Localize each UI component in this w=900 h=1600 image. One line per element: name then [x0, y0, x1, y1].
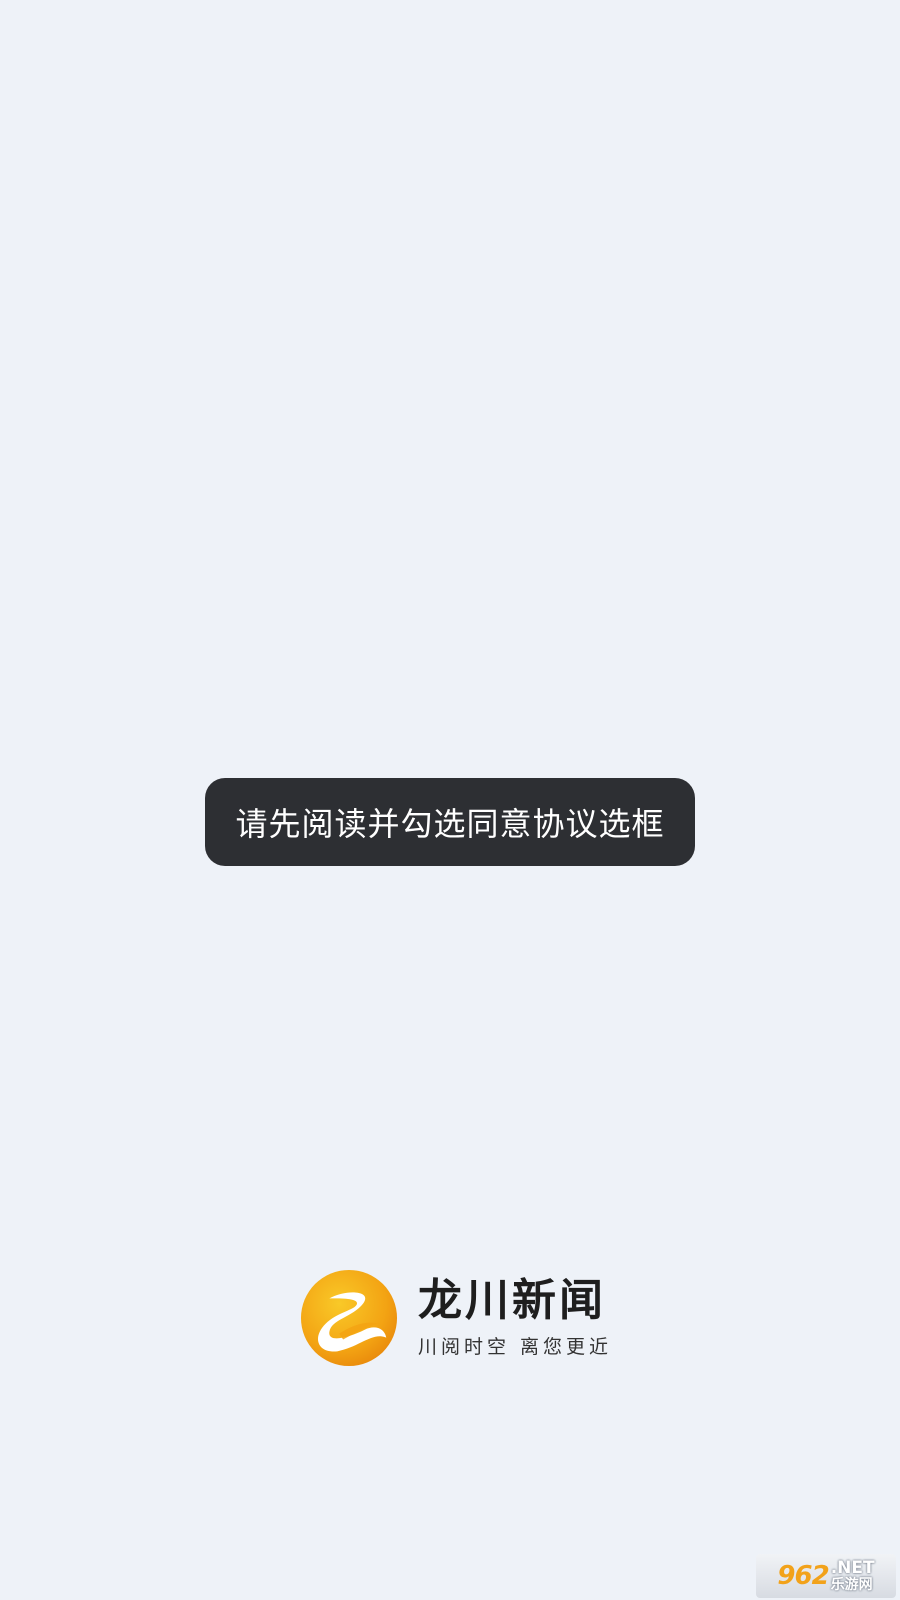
watermark-cn: 乐游网 — [830, 1576, 873, 1593]
watermark-net: .NET — [830, 1557, 875, 1578]
app-slogan: 川阅时空 离您更近 — [418, 1336, 613, 1358]
brand-text: 龙川新闻 川阅时空 离您更近 — [418, 1275, 612, 1361]
site-watermark: 962 .NET 乐游网 — [756, 1554, 896, 1598]
splash-screen: 请先阅读并勾选同意协议选框 龙川新闻 川阅时空 离您更近 962 .NET 乐游… — [0, 0, 900, 1600]
app-name: 龙川新闻 — [418, 1275, 606, 1326]
watermark-right: .NET 乐游网 — [831, 1559, 875, 1594]
toast-message: 请先阅读并勾选同意协议选框 — [235, 805, 665, 843]
brand-block: 龙川新闻 川阅时空 离您更近 — [300, 1268, 620, 1368]
longchuan-news-logo-icon — [300, 1269, 398, 1367]
toast-notification: 请先阅读并勾选同意协议选框 — [205, 778, 695, 866]
watermark-number: 962 — [777, 1561, 829, 1591]
